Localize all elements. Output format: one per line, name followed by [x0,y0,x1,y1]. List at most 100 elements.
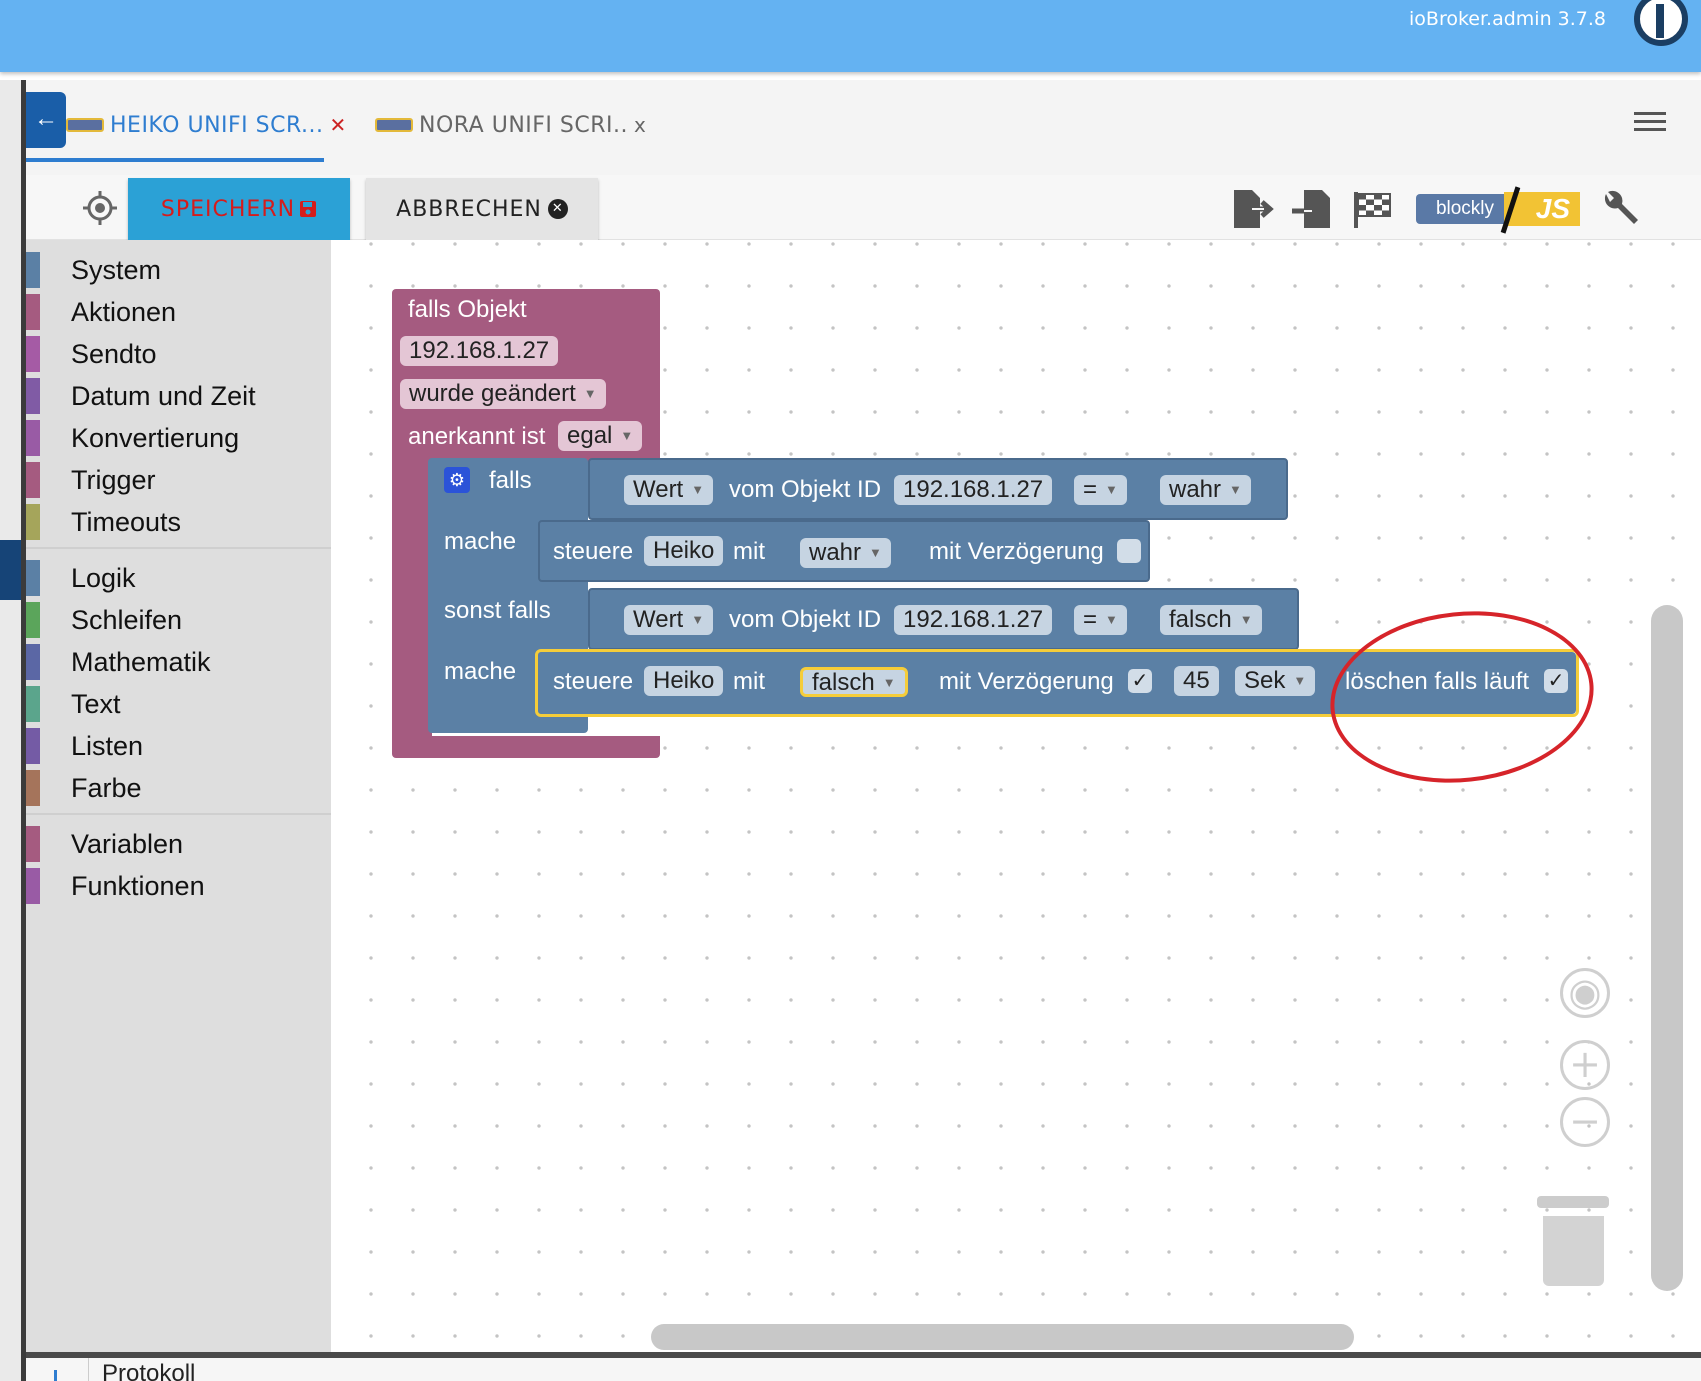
delay-checkbox[interactable] [1117,539,1141,563]
gear-icon[interactable]: ⚙ [444,467,470,493]
category-color-swatch [26,826,40,862]
log-indicator [54,1370,57,1381]
back-arrow-icon[interactable]: ← [26,92,66,148]
category-color-swatch [26,686,40,722]
dropdown-value: falsch [812,669,875,696]
do-label: mache [444,528,517,555]
dropdown-arrow-icon: ▼ [869,545,882,560]
wrench-icon[interactable] [1600,188,1644,230]
delay-label: mit Verzögerung [939,668,1114,695]
tab-heiko-unifi[interactable]: HEIKO UNIFI SCR... ✕ [66,108,347,142]
category-label: Timeouts [71,506,182,537]
horizontal-scrollbar[interactable] [651,1324,1354,1350]
object-id-field[interactable]: 192.168.1.27 [894,475,1053,505]
category-variablen[interactable]: Variablen [26,825,331,863]
checkered-flag-icon[interactable] [1352,188,1396,230]
object-id-field[interactable]: 192.168.1.27 [894,605,1053,635]
active-tab-indicator [26,158,324,162]
dropdown-arrow-icon: ▼ [620,428,634,443]
category-color-swatch [26,602,40,638]
delay-checkbox[interactable]: ✓ [1128,669,1152,693]
category-color-swatch [26,336,40,372]
tab-label: NORA UNIFI SCRI.. [419,112,628,138]
dropdown-value: egal [567,422,613,449]
trigger-change-dropdown[interactable]: wurde geändert ▼ [400,379,606,409]
dropdown-value: falsch [1169,606,1232,633]
tab-close-icon[interactable]: ✕ [329,113,346,137]
value-dropdown[interactable]: wahr ▼ [1160,475,1251,505]
dropdown-arrow-icon: ▼ [1105,482,1118,497]
category-color-swatch [26,770,40,806]
category-label: Sendto [71,338,157,369]
cancel-x-icon: ✕ [547,199,568,219]
locate-icon[interactable] [82,190,118,226]
save-button[interactable]: SPEICHERN [128,178,350,240]
operator-dropdown[interactable]: = ▼ [1074,475,1127,505]
category-aktionen[interactable]: Aktionen [26,293,331,331]
trigger-ack-dropdown[interactable]: egal ▼ [558,421,643,451]
main-nav-selected[interactable] [0,540,21,600]
trigger-ack-label: anerkannt ist [408,423,546,450]
target-field[interactable]: Heiko [644,536,724,566]
value-dropdown[interactable]: falsch ▼ [1160,605,1262,635]
dropdown-value: = [1083,476,1098,503]
category-sendto[interactable]: Sendto [26,335,331,373]
app-header: ioBroker.admin 3.7.8 [0,0,1701,72]
dropdown-arrow-icon: ▼ [691,482,705,497]
trash-can-icon[interactable] [1543,1216,1604,1286]
log-tab[interactable]: Protokoll [102,1360,195,1381]
dropdown-value: wurde geändert [409,380,576,407]
zoom-in-icon[interactable]: + [1560,1040,1610,1090]
tab-nora-unifi[interactable]: NORA UNIFI SCRI.. x [375,108,646,142]
menu-icon[interactable] [1634,112,1666,132]
category-listen[interactable]: Listen [26,727,331,765]
category-logik[interactable]: Logik [26,559,331,597]
recenter-icon[interactable]: ◉ [1560,968,1610,1018]
value-dropdown[interactable]: Wert ▼ [624,475,714,505]
target-field[interactable]: Heiko [644,666,724,696]
zoom-out-icon[interactable]: − [1560,1097,1610,1147]
category-farbe[interactable]: Farbe [26,769,331,807]
unit-dropdown[interactable]: Sek ▼ [1235,666,1316,696]
category-timeouts[interactable]: Timeouts [26,503,331,541]
category-color-swatch [26,644,40,680]
category-label: Farbe [71,772,142,803]
category-trigger[interactable]: Trigger [26,461,331,499]
export-icon[interactable] [1230,188,1274,230]
operator-dropdown[interactable]: = ▼ [1074,605,1127,635]
tab-close-icon[interactable]: x [634,113,646,137]
category-separator [26,547,331,549]
category-label: Aktionen [71,296,177,327]
value-dropdown[interactable]: Wert ▼ [624,605,714,635]
category-label: Funktionen [71,870,205,901]
dropdown-arrow-icon: ▼ [1293,673,1307,688]
delay-value-field[interactable]: 45 [1174,666,1219,696]
category-system[interactable]: System [26,251,331,289]
value-dropdown[interactable]: falsch ▼ [800,667,908,697]
trigger-block-footer [392,736,660,758]
category-datum-und-zeit[interactable]: Datum und Zeit [26,377,331,415]
iobroker-logo-icon[interactable] [1634,0,1688,46]
dropdown-value: Wert [633,476,684,503]
cancel-button[interactable]: ABBRECHEN ✕ [366,178,598,240]
blockly-to-js-button[interactable]: blockly JS [1416,186,1580,234]
vertical-scrollbar[interactable] [1651,605,1683,1291]
category-konvertierung[interactable]: Konvertierung [26,419,331,457]
category-schleifen[interactable]: Schleifen [26,601,331,639]
cancel-label: ABBRECHEN [396,196,542,222]
category-color-swatch [26,462,40,498]
blockly-label: blockly [1416,194,1514,224]
main-nav-strip [0,80,21,1381]
control-label: steuere [553,668,634,695]
dropdown-arrow-icon: ▼ [1229,482,1242,497]
import-icon[interactable] [1290,188,1334,230]
value-dropdown[interactable]: wahr ▼ [800,538,891,568]
category-mathematik[interactable]: Mathematik [26,643,331,681]
tab-label: HEIKO UNIFI SCR... [110,112,324,138]
trash-lid [1537,1196,1609,1208]
category-label: Mathematik [71,646,211,677]
trigger-title: falls Objekt [408,296,527,323]
trigger-object-id[interactable]: 192.168.1.27 [400,336,559,366]
category-text[interactable]: Text [26,685,331,723]
category-funktionen[interactable]: Funktionen [26,867,331,905]
